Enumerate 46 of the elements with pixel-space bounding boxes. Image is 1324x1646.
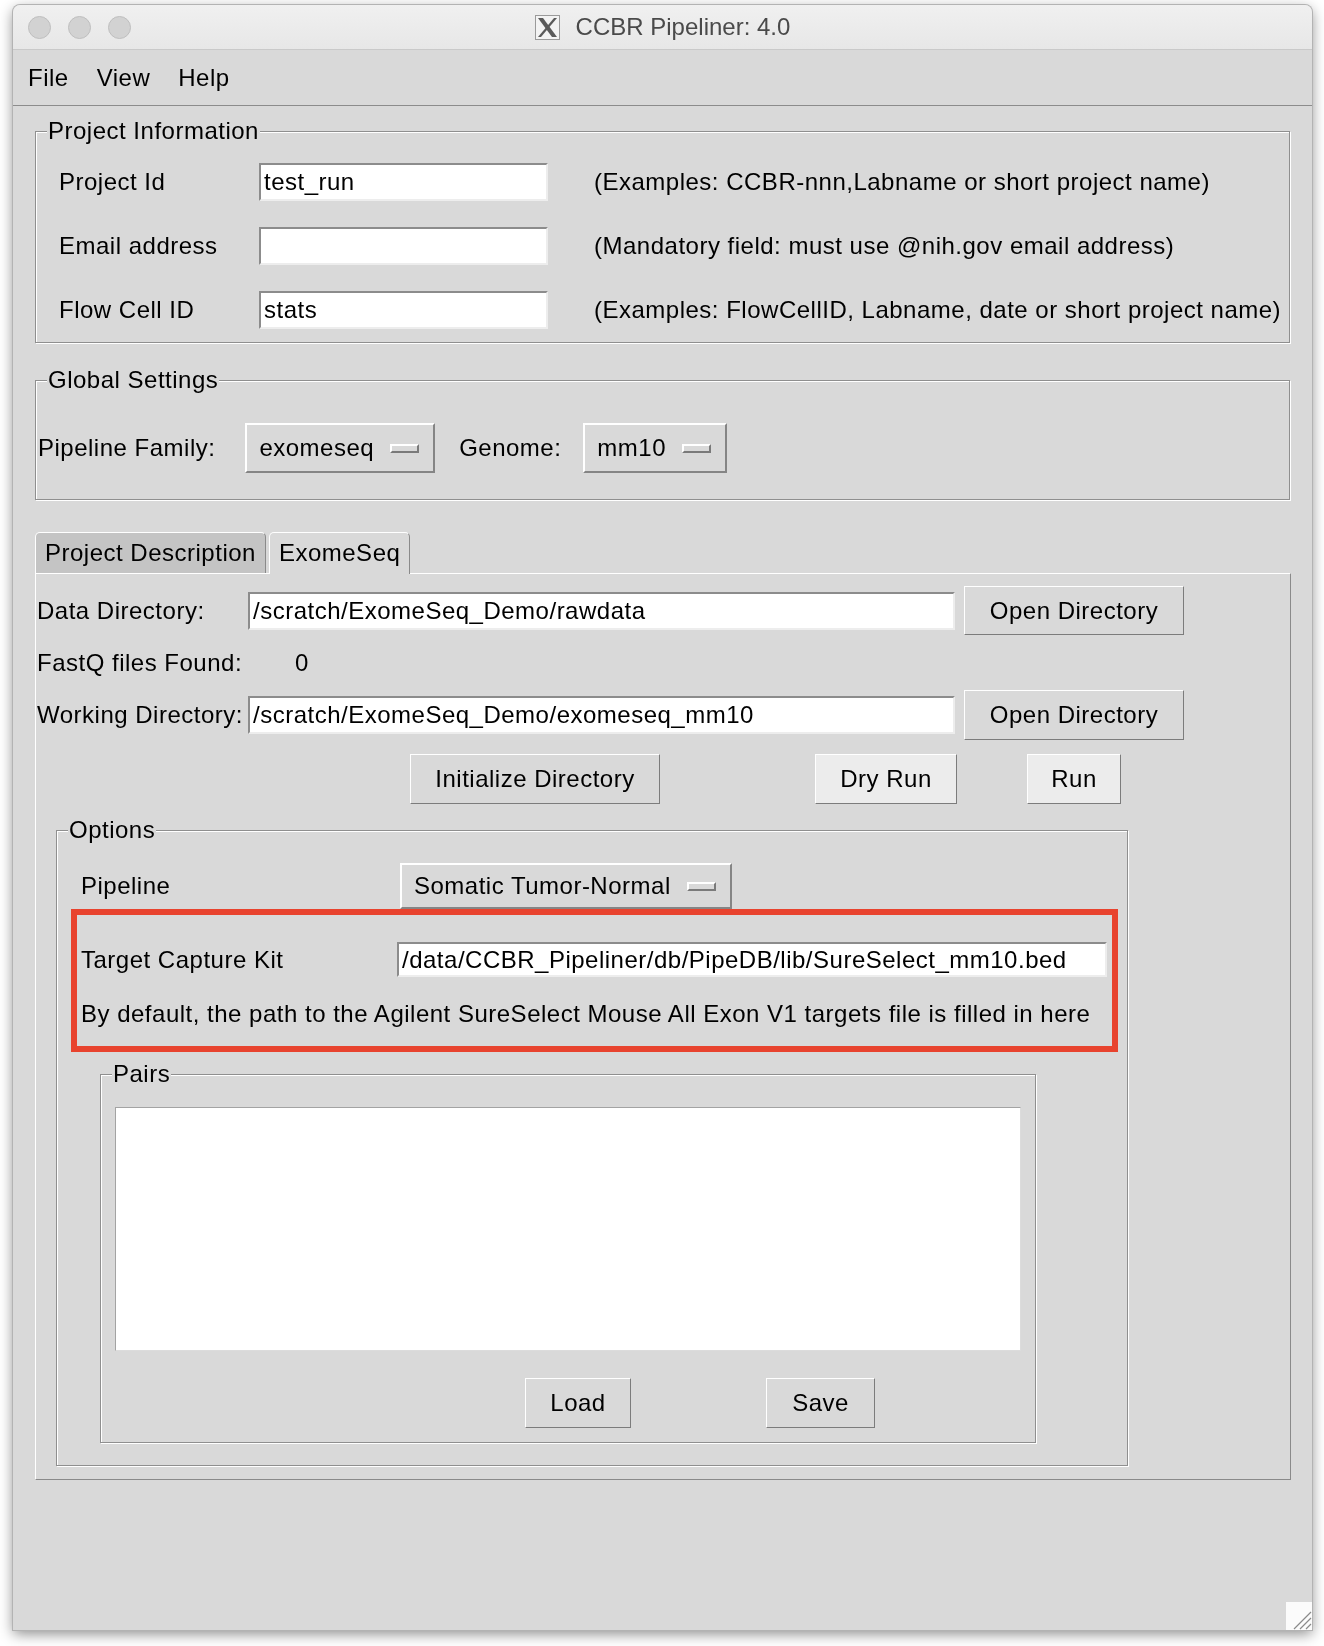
dropdown-indicator-icon bbox=[390, 443, 420, 453]
text-field[interactable]: /data/CCBR_Pipeliner/db/PipeDB/lib/SureSelect_mm10.bed bbox=[397, 942, 1107, 977]
menu-item[interactable]: File bbox=[14, 62, 83, 93]
text-field[interactable]: /scratch/ExomeSeq_Demo/exomeseq_mm10 bbox=[248, 696, 955, 734]
window-title: CCBR Pipeliner: 4.0 bbox=[575, 13, 791, 41]
app-icon bbox=[534, 14, 560, 40]
tab[interactable]: Project Description bbox=[35, 532, 266, 573]
field-label: Data Directory: bbox=[37, 596, 206, 625]
maximize-button[interactable] bbox=[108, 15, 131, 39]
pipeline-family-dropdown[interactable]: exomeseq bbox=[245, 423, 436, 473]
hint-text: (Examples: CCBR-nnn,Labname or short project name) bbox=[594, 168, 1211, 196]
field-label: FastQ files Found: bbox=[37, 648, 244, 677]
field-label: Email address bbox=[59, 232, 219, 260]
initialize-directory-button[interactable]: Initialize Directory bbox=[410, 754, 660, 804]
load-button[interactable]: Load bbox=[525, 1378, 631, 1428]
field-label: Working Directory: bbox=[37, 701, 244, 729]
menu-item[interactable]: View bbox=[82, 62, 165, 93]
hint-text: By default, the path to the Agilent SureSelect Mouse All Exon V1 targets file is filled in here bbox=[81, 1000, 1092, 1028]
pairs-list[interactable] bbox=[115, 1107, 1021, 1351]
dry-run-button[interactable]: Dry Run bbox=[815, 754, 957, 804]
field-label: Genome: bbox=[459, 434, 562, 462]
tab[interactable]: ExomeSeq bbox=[268, 532, 411, 574]
field-label: Project Id bbox=[59, 168, 167, 196]
hint-text: (Mandatory field: must use @nih.gov email address) bbox=[594, 232, 1176, 260]
open-directory-button[interactable]: Open Directory bbox=[964, 586, 1184, 635]
pipeline-dropdown[interactable]: Somatic Tumor-Normal bbox=[400, 863, 732, 909]
close-button[interactable] bbox=[28, 15, 51, 39]
field-label: Pipeline Family: bbox=[38, 434, 216, 462]
open-directory-button[interactable]: Open Directory bbox=[964, 690, 1184, 740]
run-button[interactable]: Run bbox=[1027, 754, 1121, 804]
hint-text: (Examples: FlowCellID, Labname, date or short project name) bbox=[594, 296, 1283, 324]
text-field[interactable]: /scratch/ExomeSeq_Demo/rawdata bbox=[248, 591, 955, 630]
field-label: Pipeline bbox=[81, 872, 172, 900]
dropdown-indicator-icon bbox=[686, 881, 716, 891]
genome-dropdown[interactable]: mm10 bbox=[583, 423, 728, 473]
text-field[interactable] bbox=[259, 227, 548, 265]
text-field[interactable]: test_run bbox=[259, 163, 548, 201]
dropdown-indicator-icon bbox=[682, 443, 712, 453]
field-label: Flow Cell ID bbox=[59, 296, 196, 324]
count-value: 0 bbox=[294, 648, 310, 677]
save-button[interactable]: Save bbox=[766, 1378, 875, 1428]
text-field[interactable]: stats bbox=[259, 291, 548, 329]
minimize-button[interactable] bbox=[68, 15, 91, 39]
field-label: Target Capture Kit bbox=[81, 945, 285, 974]
resize-grip-icon[interactable] bbox=[1286, 1602, 1312, 1630]
menu-item[interactable]: Help bbox=[164, 62, 244, 93]
